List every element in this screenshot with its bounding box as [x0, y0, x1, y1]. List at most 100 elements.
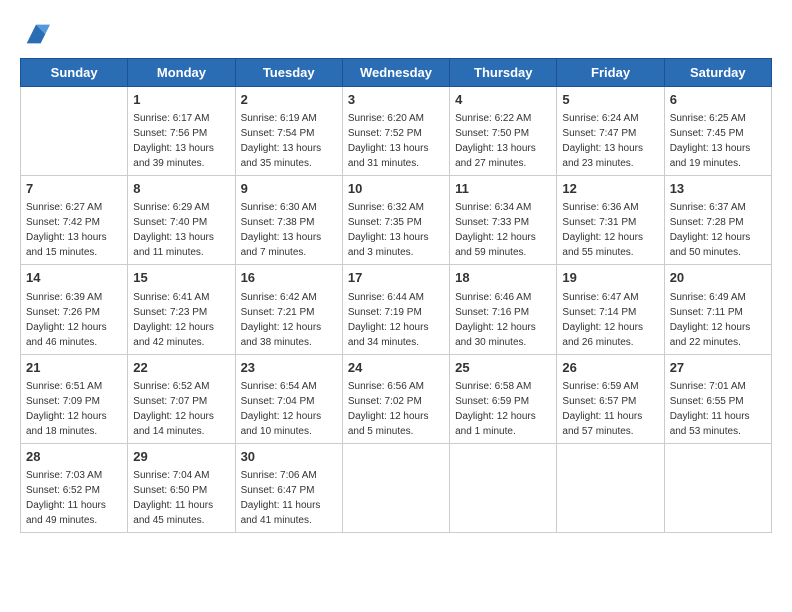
logo — [20, 20, 50, 48]
day-info: Sunrise: 6:58 AM Sunset: 6:59 PM Dayligh… — [455, 379, 551, 439]
calendar-cell: 13 Sunrise: 6:37 AM Sunset: 7:28 PM Dayli… — [664, 176, 771, 265]
day-info: Sunrise: 6:25 AM Sunset: 7:45 PM Dayligh… — [670, 111, 766, 171]
day-number: 17 — [348, 269, 444, 287]
day-header-sunday: Sunday — [21, 59, 128, 87]
page-header — [20, 20, 772, 48]
calendar-cell: 14 Sunrise: 6:39 AM Sunset: 7:26 PM Dayli… — [21, 265, 128, 354]
day-info: Sunrise: 6:56 AM Sunset: 7:02 PM Dayligh… — [348, 379, 444, 439]
day-info: Sunrise: 6:29 AM Sunset: 7:40 PM Dayligh… — [133, 200, 229, 260]
day-info: Sunrise: 6:34 AM Sunset: 7:33 PM Dayligh… — [455, 200, 551, 260]
day-info: Sunrise: 7:04 AM Sunset: 6:50 PM Dayligh… — [133, 468, 229, 528]
week-row-4: 21Sunrise: 6:51 AM Sunset: 7:09 PM Dayli… — [21, 354, 772, 443]
day-number: 3 — [348, 91, 444, 109]
calendar-cell: 16Sunrise: 6:42 AM Sunset: 7:21 PM Dayli… — [235, 265, 342, 354]
day-info: Sunrise: 6:27 AM Sunset: 7:42 PM Dayligh… — [26, 200, 122, 260]
day-info: Sunrise: 7:03 AM Sunset: 6:52 PM Dayligh… — [26, 468, 122, 528]
day-info: Sunrise: 6:44 AM Sunset: 7:19 PM Dayligh… — [348, 290, 444, 350]
day-number: 11 — [455, 180, 551, 198]
day-header-wednesday: Wednesday — [342, 59, 449, 87]
week-row-5: 28 Sunrise: 7:03 AM Sunset: 6:52 PM Dayli… — [21, 443, 772, 532]
day-info: Sunrise: 6:39 AM Sunset: 7:26 PM Dayligh… — [26, 290, 122, 350]
day-info: Sunrise: 6:54 AM Sunset: 7:04 PM Dayligh… — [241, 379, 337, 439]
day-info: Sunrise: 6:47 AM Sunset: 7:14 PM Dayligh… — [562, 290, 658, 350]
calendar-cell: 5 Sunrise: 6:24 AM Sunset: 7:47 PM Daylig… — [557, 87, 664, 176]
day-number: 2 — [241, 91, 337, 109]
day-number: 6 — [670, 91, 766, 109]
calendar-cell: 24 Sunrise: 6:56 AM Sunset: 7:02 PM Dayli… — [342, 354, 449, 443]
day-info: Sunrise: 6:24 AM Sunset: 7:47 PM Dayligh… — [562, 111, 658, 171]
calendar-cell: 1 Sunrise: 6:17 AM Sunset: 7:56 PM Daylig… — [128, 87, 235, 176]
day-number: 9 — [241, 180, 337, 198]
day-number: 13 — [670, 180, 766, 198]
day-number: 18 — [455, 269, 551, 287]
day-number: 30 — [241, 448, 337, 466]
day-header-tuesday: Tuesday — [235, 59, 342, 87]
day-number: 7 — [26, 180, 122, 198]
day-number: 12 — [562, 180, 658, 198]
header-row: SundayMondayTuesdayWednesdayThursdayFrid… — [21, 59, 772, 87]
calendar-cell: 2 Sunrise: 6:19 AM Sunset: 7:54 PM Daylig… — [235, 87, 342, 176]
day-info: Sunrise: 6:30 AM Sunset: 7:38 PM Dayligh… — [241, 200, 337, 260]
day-number: 25 — [455, 359, 551, 377]
calendar-table: SundayMondayTuesdayWednesdayThursdayFrid… — [20, 58, 772, 533]
day-number: 21 — [26, 359, 122, 377]
calendar-cell: 10 Sunrise: 6:32 AM Sunset: 7:35 PM Dayli… — [342, 176, 449, 265]
day-info: Sunrise: 6:17 AM Sunset: 7:56 PM Dayligh… — [133, 111, 229, 171]
day-info: Sunrise: 6:46 AM Sunset: 7:16 PM Dayligh… — [455, 290, 551, 350]
calendar-cell: 20 Sunrise: 6:49 AM Sunset: 7:11 PM Dayli… — [664, 265, 771, 354]
calendar-cell — [664, 443, 771, 532]
day-number: 27 — [670, 359, 766, 377]
calendar-cell: 27 Sunrise: 7:01 AM Sunset: 6:55 PM Dayli… — [664, 354, 771, 443]
day-number: 29 — [133, 448, 229, 466]
calendar-cell: 28 Sunrise: 7:03 AM Sunset: 6:52 PM Dayli… — [21, 443, 128, 532]
day-number: 14 — [26, 269, 122, 287]
calendar-cell: 17 Sunrise: 6:44 AM Sunset: 7:19 PM Dayli… — [342, 265, 449, 354]
day-number: 10 — [348, 180, 444, 198]
calendar-cell: 21Sunrise: 6:51 AM Sunset: 7:09 PM Dayli… — [21, 354, 128, 443]
day-info: Sunrise: 6:59 AM Sunset: 6:57 PM Dayligh… — [562, 379, 658, 439]
day-info: Sunrise: 6:20 AM Sunset: 7:52 PM Dayligh… — [348, 111, 444, 171]
calendar-cell: 9 Sunrise: 6:30 AM Sunset: 7:38 PM Daylig… — [235, 176, 342, 265]
day-info: Sunrise: 6:41 AM Sunset: 7:23 PM Dayligh… — [133, 290, 229, 350]
calendar-cell: 25 Sunrise: 6:58 AM Sunset: 6:59 PM Dayli… — [450, 354, 557, 443]
day-info: Sunrise: 7:01 AM Sunset: 6:55 PM Dayligh… — [670, 379, 766, 439]
day-info: Sunrise: 6:32 AM Sunset: 7:35 PM Dayligh… — [348, 200, 444, 260]
calendar-cell: 18 Sunrise: 6:46 AM Sunset: 7:16 PM Dayli… — [450, 265, 557, 354]
day-number: 5 — [562, 91, 658, 109]
day-number: 20 — [670, 269, 766, 287]
calendar-cell: 15 Sunrise: 6:41 AM Sunset: 7:23 PM Dayli… — [128, 265, 235, 354]
day-number: 23 — [241, 359, 337, 377]
day-number: 19 — [562, 269, 658, 287]
day-number: 24 — [348, 359, 444, 377]
day-info: Sunrise: 6:36 AM Sunset: 7:31 PM Dayligh… — [562, 200, 658, 260]
week-row-1: 1 Sunrise: 6:17 AM Sunset: 7:56 PM Daylig… — [21, 87, 772, 176]
calendar-cell — [557, 443, 664, 532]
week-row-3: 14 Sunrise: 6:39 AM Sunset: 7:26 PM Dayli… — [21, 265, 772, 354]
day-info: Sunrise: 6:37 AM Sunset: 7:28 PM Dayligh… — [670, 200, 766, 260]
calendar-cell: 23 Sunrise: 6:54 AM Sunset: 7:04 PM Dayli… — [235, 354, 342, 443]
calendar-cell: 8 Sunrise: 6:29 AM Sunset: 7:40 PM Daylig… — [128, 176, 235, 265]
day-info: Sunrise: 6:19 AM Sunset: 7:54 PM Dayligh… — [241, 111, 337, 171]
day-number: 22 — [133, 359, 229, 377]
week-row-2: 7 Sunrise: 6:27 AM Sunset: 7:42 PM Daylig… — [21, 176, 772, 265]
day-number: 28 — [26, 448, 122, 466]
day-header-saturday: Saturday — [664, 59, 771, 87]
day-number: 4 — [455, 91, 551, 109]
calendar-cell — [450, 443, 557, 532]
calendar-cell: 11 Sunrise: 6:34 AM Sunset: 7:33 PM Dayli… — [450, 176, 557, 265]
logo-icon — [22, 20, 50, 48]
calendar-cell: 4 Sunrise: 6:22 AM Sunset: 7:50 PM Daylig… — [450, 87, 557, 176]
day-info: Sunrise: 7:06 AM Sunset: 6:47 PM Dayligh… — [241, 468, 337, 528]
calendar-cell: 19 Sunrise: 6:47 AM Sunset: 7:14 PM Dayli… — [557, 265, 664, 354]
day-info: Sunrise: 6:42 AM Sunset: 7:21 PM Dayligh… — [241, 290, 337, 350]
day-info: Sunrise: 6:49 AM Sunset: 7:11 PM Dayligh… — [670, 290, 766, 350]
day-info: Sunrise: 6:52 AM Sunset: 7:07 PM Dayligh… — [133, 379, 229, 439]
day-number: 8 — [133, 180, 229, 198]
day-header-monday: Monday — [128, 59, 235, 87]
calendar-cell: 30 Sunrise: 7:06 AM Sunset: 6:47 PM Dayli… — [235, 443, 342, 532]
calendar-cell: 7 Sunrise: 6:27 AM Sunset: 7:42 PM Daylig… — [21, 176, 128, 265]
day-header-thursday: Thursday — [450, 59, 557, 87]
day-number: 1 — [133, 91, 229, 109]
day-number: 15 — [133, 269, 229, 287]
day-info: Sunrise: 6:22 AM Sunset: 7:50 PM Dayligh… — [455, 111, 551, 171]
